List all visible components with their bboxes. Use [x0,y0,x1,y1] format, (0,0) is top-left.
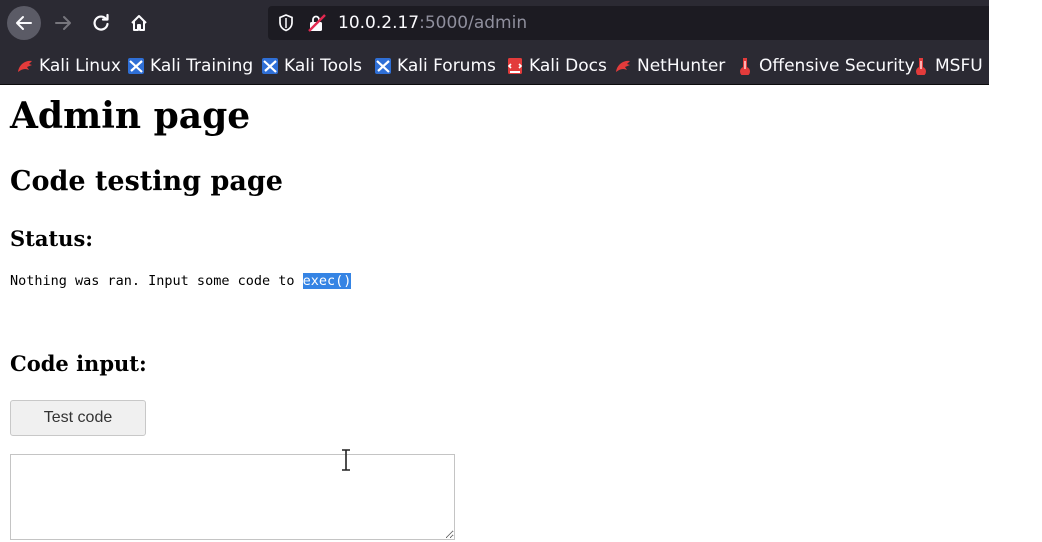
url-host: 10.0.2.17 [338,13,420,33]
shield-icon[interactable] [278,14,294,32]
bookmark-label: Offensive Security [759,56,915,76]
bookmark-label: NetHunter [637,56,726,76]
address-bar[interactable]: 10.0.2.17:5000/admin [268,6,989,40]
kali-docs-icon [507,58,523,74]
arrow-left-icon [16,16,32,30]
bookmark-label: Kali Forums [397,56,496,76]
forward-button[interactable] [46,6,80,40]
browser-window: 10.0.2.17:5000/admin Kali Linux Kali Tra… [0,0,989,542]
bookmark-label: MSFU [935,56,983,76]
bookmark-msfu[interactable]: MSFU [912,56,983,76]
bookmark-kali-docs[interactable]: Kali Docs [506,56,607,76]
status-heading: Status: [10,226,94,251]
url-text[interactable]: 10.0.2.17:5000/admin [338,13,527,33]
kali-tools-icon [375,58,391,74]
bookmark-kali-forums[interactable]: Kali Forums [374,56,496,76]
offsec-icon [916,58,926,75]
bookmark-kali-training[interactable]: Kali Training [127,56,253,76]
text-cursor-icon [342,449,350,471]
status-message: Nothing was ran. Input some code to [10,273,303,289]
insecure-lock-icon[interactable] [308,14,326,32]
code-textarea[interactable] [10,454,455,540]
home-button[interactable] [122,6,156,40]
selected-text: exec() [302,273,352,289]
kali-dragon-icon [616,60,630,72]
bookmark-kali-linux[interactable]: Kali Linux [16,56,121,76]
page-title: Admin page [10,95,251,137]
bookmarks-toolbar: Kali Linux Kali Training Kali Tools Kali… [0,48,989,85]
page-subtitle: Code testing page [10,166,283,197]
kali-tools-icon [128,58,144,74]
back-button[interactable] [7,6,41,40]
bookmark-kali-tools[interactable]: Kali Tools [261,56,362,76]
status-text: Nothing was ran. Input some code to exec… [10,273,352,289]
test-code-button[interactable]: Test code [10,400,146,436]
url-path: :5000/admin [419,13,528,33]
kali-dragon-icon [18,60,32,72]
reload-icon [93,13,109,31]
bookmark-offensive-security[interactable]: Offensive Security [736,56,915,76]
bookmark-label: Kali Training [150,56,254,76]
bookmark-nethunter[interactable]: NetHunter [614,56,725,76]
bookmark-label: Kali Tools [284,56,362,76]
home-icon [131,15,147,31]
bookmark-label: Kali Linux [39,56,121,76]
code-input-heading: Code input: [10,351,147,376]
bookmark-label: Kali Docs [529,56,607,76]
arrow-right-icon [55,16,71,30]
browser-toolbar: 10.0.2.17:5000/admin [0,0,989,48]
offsec-icon [740,58,750,75]
reload-button[interactable] [84,6,118,40]
right-margin [989,0,1042,542]
kali-tools-icon [262,58,278,74]
